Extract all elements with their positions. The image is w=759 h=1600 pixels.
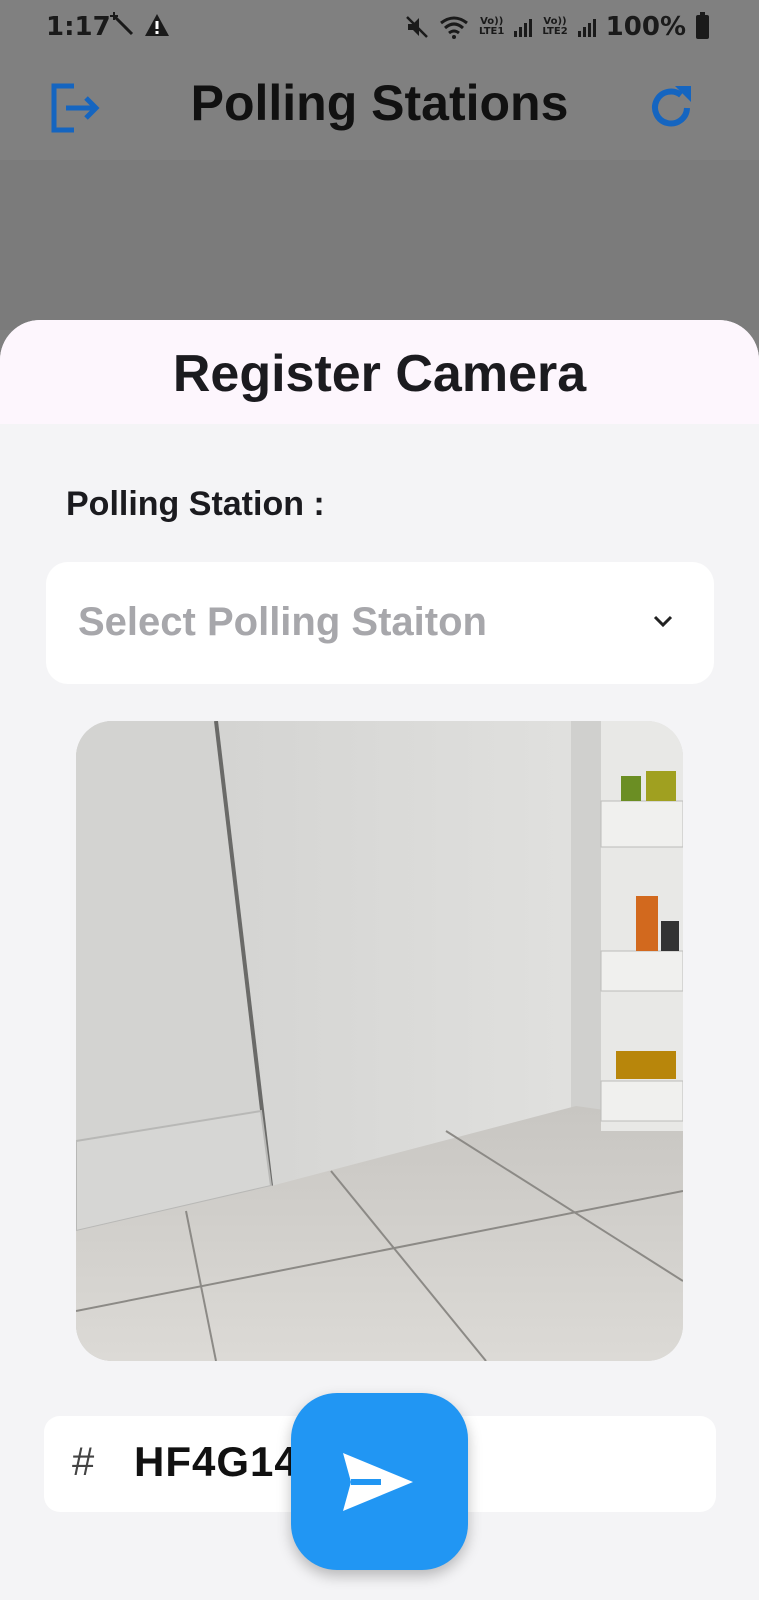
- polling-station-select[interactable]: Select Polling Staiton: [46, 562, 714, 684]
- camera-preview: [76, 721, 683, 1361]
- sim1-label: Vo)) LTE1: [479, 16, 505, 37]
- warning-icon: [145, 14, 169, 36]
- battery-icon: [696, 12, 709, 39]
- chevron-down-icon: [653, 615, 673, 628]
- select-placeholder: Select Polling Staiton: [78, 600, 487, 644]
- app-bar: Polling Stations: [0, 54, 759, 160]
- wifi-icon: [440, 16, 468, 39]
- camera-feed-image: [76, 721, 683, 1361]
- signal-bars-2-icon: [577, 17, 596, 37]
- background-overlay: [0, 160, 759, 330]
- hash-icon: #: [72, 1440, 95, 1484]
- status-right-icons: Vo)) LTE1 Vo)) LTE2 100%: [405, 12, 709, 42]
- refresh-button[interactable]: [643, 80, 699, 136]
- send-icon: [343, 1453, 413, 1511]
- notification-icons: [110, 12, 170, 38]
- send-button[interactable]: [291, 1393, 468, 1570]
- sim2-label: Vo)) LTE2: [542, 16, 568, 37]
- battery-percent: 100%: [605, 12, 686, 42]
- magic-wand-icon: [110, 12, 134, 36]
- refresh-icon: [652, 86, 691, 127]
- sheet-header: Register Camera: [0, 320, 759, 424]
- status-time: 1:17: [46, 12, 111, 42]
- status-bar: 1:17 Vo)) LTE1 Vo)) LTE2 100%: [0, 0, 759, 54]
- camera-code-value: HF4G14: [134, 1438, 299, 1485]
- polling-station-label: Polling Station :: [66, 485, 325, 523]
- mute-icon: [406, 16, 428, 38]
- signal-bars-1-icon: [514, 17, 533, 37]
- sheet-title: Register Camera: [172, 345, 587, 403]
